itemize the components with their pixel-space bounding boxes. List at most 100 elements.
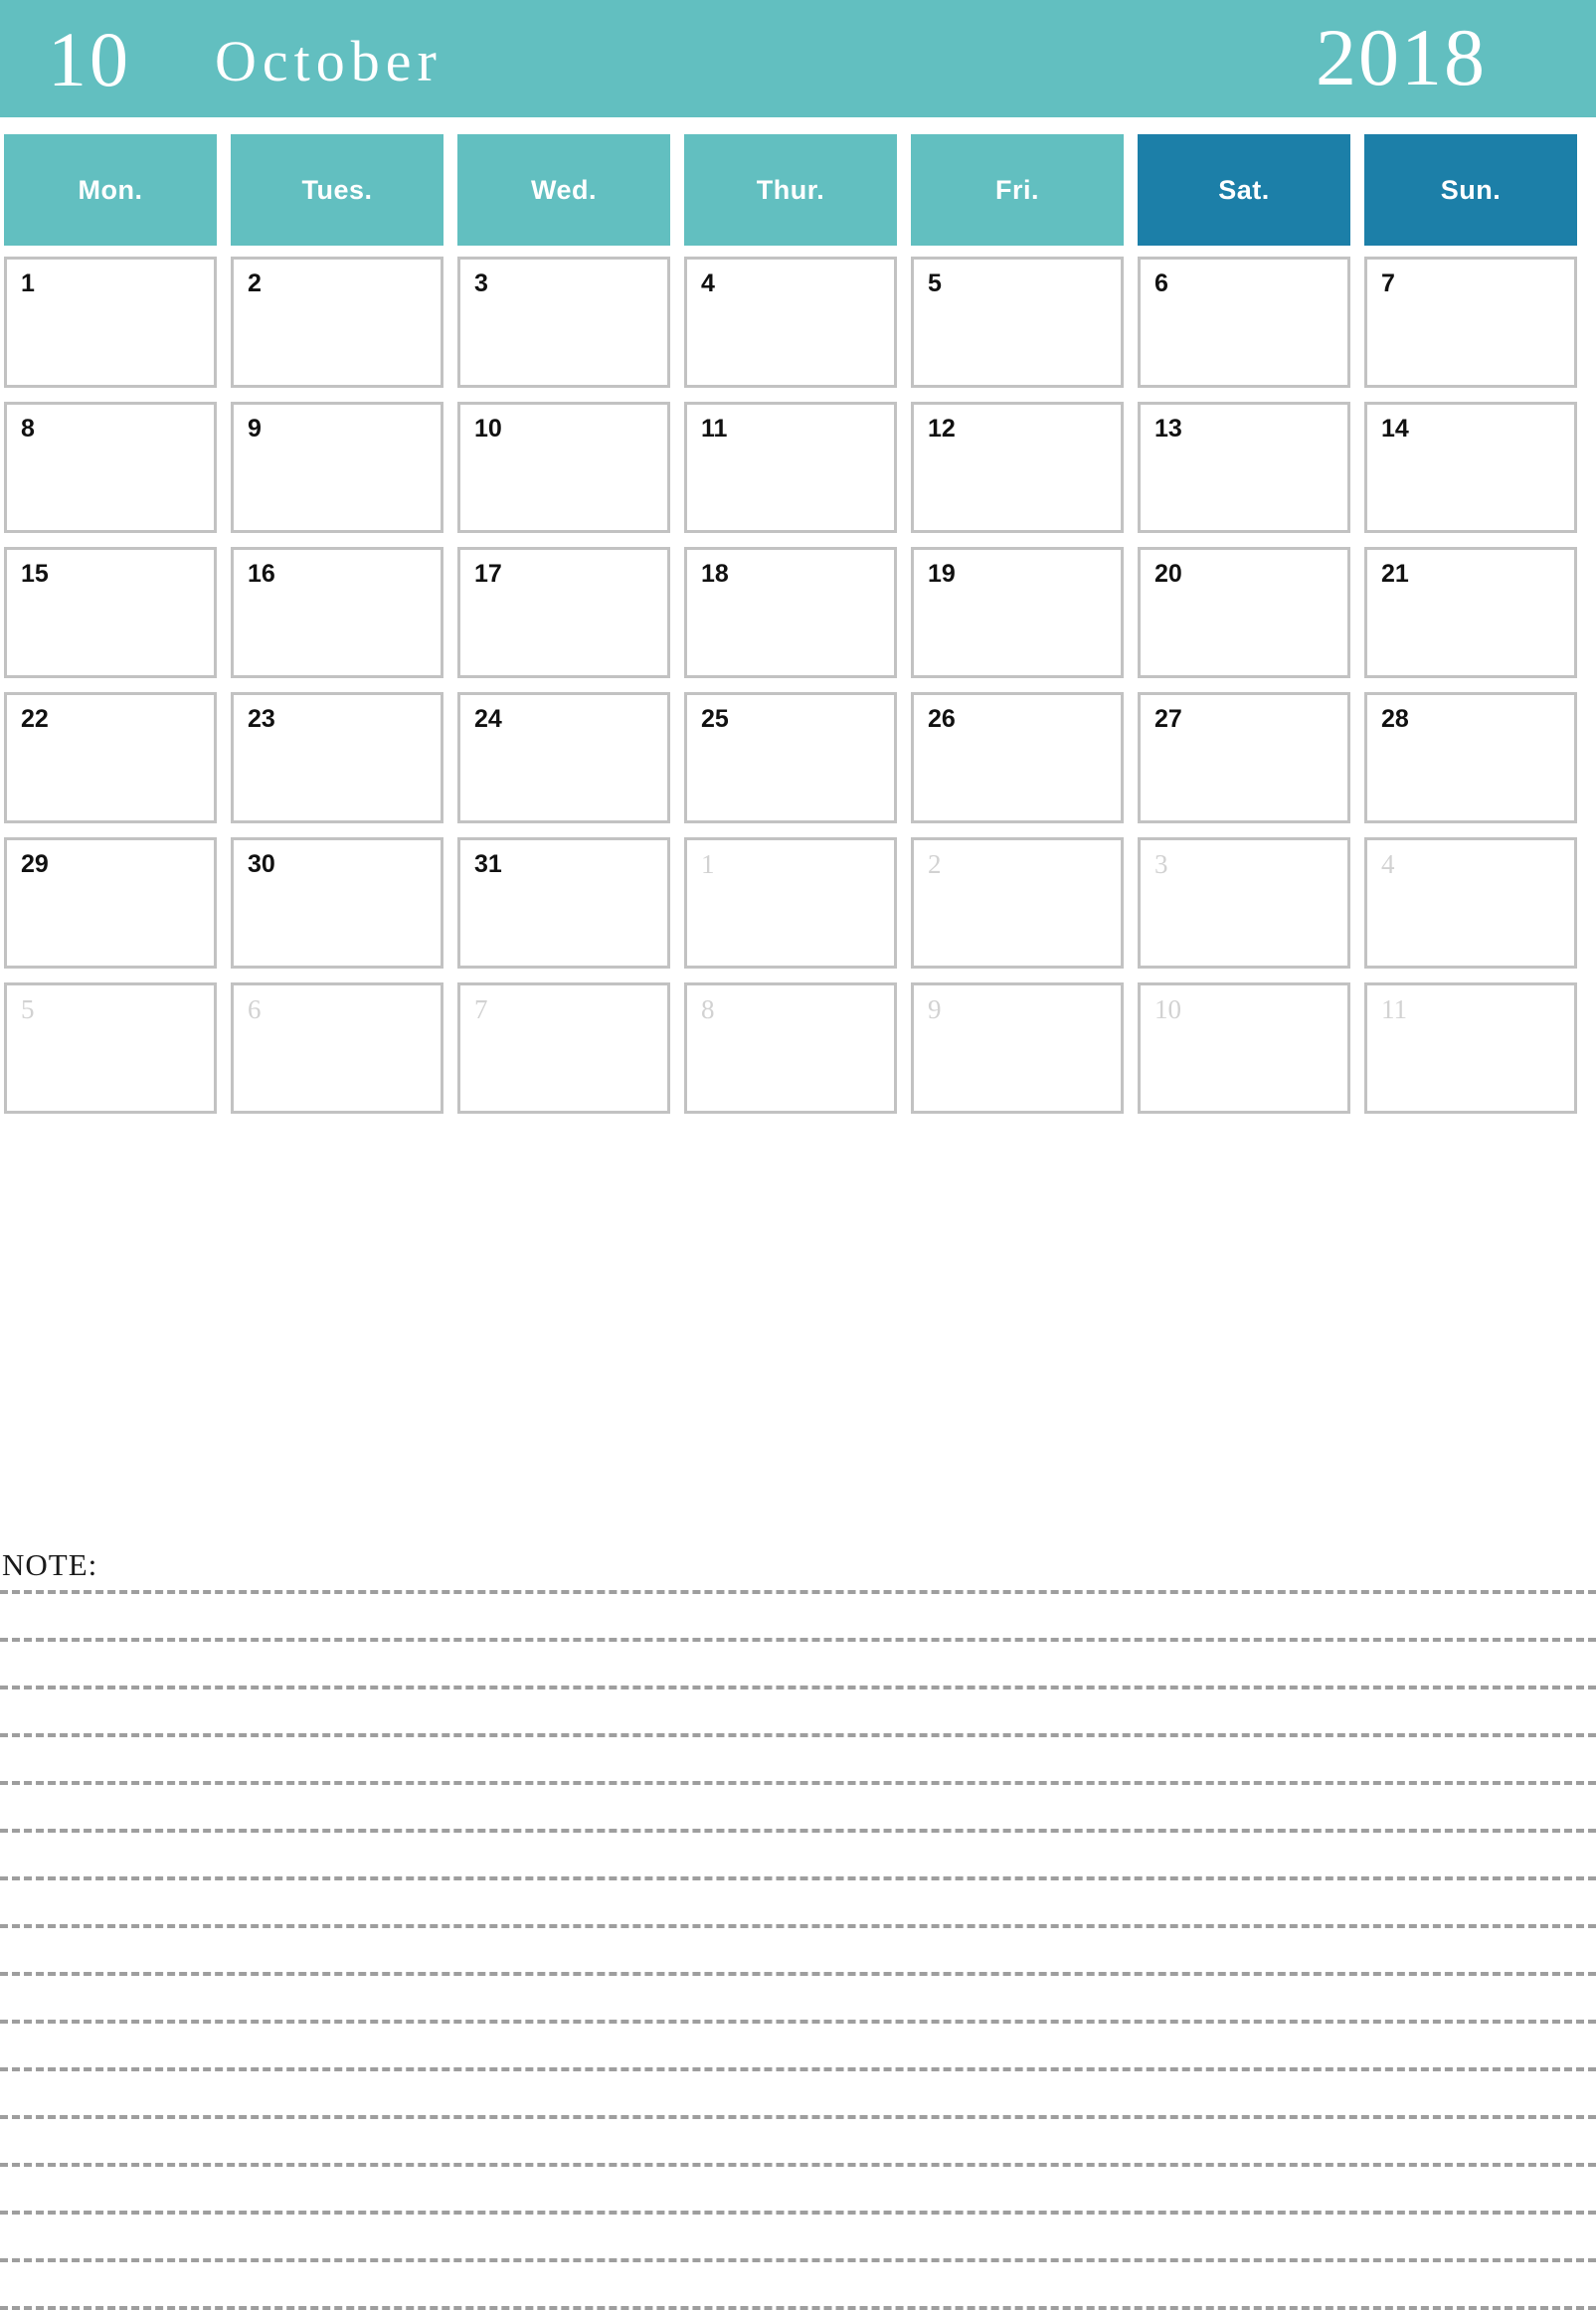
- weekday-header-sun: Sun.: [1364, 134, 1577, 246]
- date-cell[interactable]: 29: [4, 837, 217, 969]
- date-cell[interactable]: 17: [457, 547, 670, 678]
- note-line[interactable]: [0, 1876, 1596, 1880]
- note-line[interactable]: [0, 2258, 1596, 2262]
- date-cell[interactable]: 7: [1364, 257, 1577, 388]
- note-line[interactable]: [0, 2115, 1596, 2119]
- weekday-header-wed: Wed.: [457, 134, 670, 246]
- date-cell[interactable]: 10: [457, 402, 670, 533]
- date-number: 4: [701, 269, 715, 297]
- date-cell[interactable]: 21: [1364, 547, 1577, 678]
- date-cell[interactable]: 27: [1138, 692, 1350, 823]
- date-number: 22: [21, 705, 49, 733]
- date-cell[interactable]: 8: [4, 402, 217, 533]
- date-number: 4: [1381, 849, 1395, 879]
- month-name: October: [215, 29, 443, 93]
- date-cell[interactable]: 18: [684, 547, 897, 678]
- calendar-title-banner: 10 October 2018: [0, 0, 1596, 117]
- date-cell[interactable]: 24: [457, 692, 670, 823]
- note-line[interactable]: [0, 1829, 1596, 1833]
- note-line[interactable]: [0, 1733, 1596, 1737]
- date-cell[interactable]: 4: [684, 257, 897, 388]
- weekday-header-mon: Mon.: [4, 134, 217, 246]
- note-line[interactable]: [0, 1638, 1596, 1642]
- date-cell[interactable]: 3: [457, 257, 670, 388]
- date-number: 3: [1154, 849, 1168, 879]
- date-number: 2: [928, 849, 942, 879]
- note-line[interactable]: [0, 2163, 1596, 2167]
- note-line[interactable]: [0, 1781, 1596, 1785]
- date-number: 31: [474, 850, 502, 878]
- date-cell[interactable]: 5: [911, 257, 1124, 388]
- date-cell[interactable]: 15: [4, 547, 217, 678]
- date-cell[interactable]: 13: [1138, 402, 1350, 533]
- date-cell[interactable]: 4: [1364, 837, 1577, 969]
- date-number: 1: [701, 849, 715, 879]
- note-line[interactable]: [0, 2020, 1596, 2024]
- date-number: 10: [1154, 994, 1181, 1024]
- date-cell[interactable]: 26: [911, 692, 1124, 823]
- date-number: 18: [701, 560, 729, 588]
- date-number: 11: [1381, 994, 1407, 1024]
- date-cell[interactable]: 28: [1364, 692, 1577, 823]
- date-number: 9: [928, 994, 942, 1024]
- note-line[interactable]: [0, 2211, 1596, 2215]
- date-cell[interactable]: 10: [1138, 982, 1350, 1114]
- date-cell[interactable]: 1: [4, 257, 217, 388]
- note-line[interactable]: [0, 1972, 1596, 1976]
- date-number: 10: [474, 415, 502, 443]
- date-cell[interactable]: 20: [1138, 547, 1350, 678]
- date-number: 2: [248, 269, 262, 297]
- date-cell[interactable]: 12: [911, 402, 1124, 533]
- date-cell[interactable]: 11: [684, 402, 897, 533]
- date-cell[interactable]: 11: [1364, 982, 1577, 1114]
- date-number: 5: [928, 269, 942, 297]
- weekday-header-label: Sun.: [1440, 174, 1502, 205]
- date-cell[interactable]: 1: [684, 837, 897, 969]
- date-number: 9: [248, 415, 262, 443]
- date-cell[interactable]: 8: [684, 982, 897, 1114]
- date-cell[interactable]: 31: [457, 837, 670, 969]
- date-number: 23: [248, 705, 275, 733]
- date-number: 26: [928, 705, 956, 733]
- date-cell[interactable]: 22: [4, 692, 217, 823]
- date-cell[interactable]: 2: [231, 257, 443, 388]
- date-cell[interactable]: 7: [457, 982, 670, 1114]
- date-number: 3: [474, 269, 488, 297]
- note-section: NOTE:: [0, 1546, 1596, 2310]
- date-cell[interactable]: 6: [231, 982, 443, 1114]
- date-number: 25: [701, 705, 729, 733]
- date-number: 7: [1381, 269, 1395, 297]
- note-line[interactable]: [0, 2067, 1596, 2071]
- date-cell[interactable]: 3: [1138, 837, 1350, 969]
- note-label: NOTE:: [2, 1547, 98, 1582]
- date-cell[interactable]: 25: [684, 692, 897, 823]
- date-number: 12: [928, 415, 956, 443]
- date-cell[interactable]: 14: [1364, 402, 1577, 533]
- note-line[interactable]: [0, 1590, 1596, 1594]
- date-number: 7: [474, 994, 488, 1024]
- date-number: 6: [248, 994, 262, 1024]
- date-number: 6: [1154, 269, 1168, 297]
- weekday-header-thur: Thur.: [684, 134, 897, 246]
- note-line[interactable]: [0, 2306, 1596, 2310]
- date-cell[interactable]: 2: [911, 837, 1124, 969]
- date-cell[interactable]: 5: [4, 982, 217, 1114]
- date-cell[interactable]: 9: [231, 402, 443, 533]
- note-line[interactable]: [0, 1686, 1596, 1689]
- date-number: 14: [1381, 415, 1409, 443]
- date-number: 5: [21, 994, 35, 1024]
- weekday-header-fri: Fri.: [911, 134, 1124, 246]
- weekday-header-row: Mon. Tues. Wed. Thur. Fri. Sat. Sun.: [4, 134, 1596, 246]
- date-cell[interactable]: 9: [911, 982, 1124, 1114]
- weekday-header-label: Fri.: [994, 174, 1039, 205]
- date-cell[interactable]: 23: [231, 692, 443, 823]
- year-label: 2018: [1316, 12, 1487, 102]
- date-number: 28: [1381, 705, 1409, 733]
- note-line[interactable]: [0, 1924, 1596, 1928]
- date-cell[interactable]: 6: [1138, 257, 1350, 388]
- weekday-header-sat: Sat.: [1138, 134, 1350, 246]
- date-cell[interactable]: 19: [911, 547, 1124, 678]
- month-number: 10: [48, 16, 131, 102]
- date-cell[interactable]: 30: [231, 837, 443, 969]
- date-cell[interactable]: 16: [231, 547, 443, 678]
